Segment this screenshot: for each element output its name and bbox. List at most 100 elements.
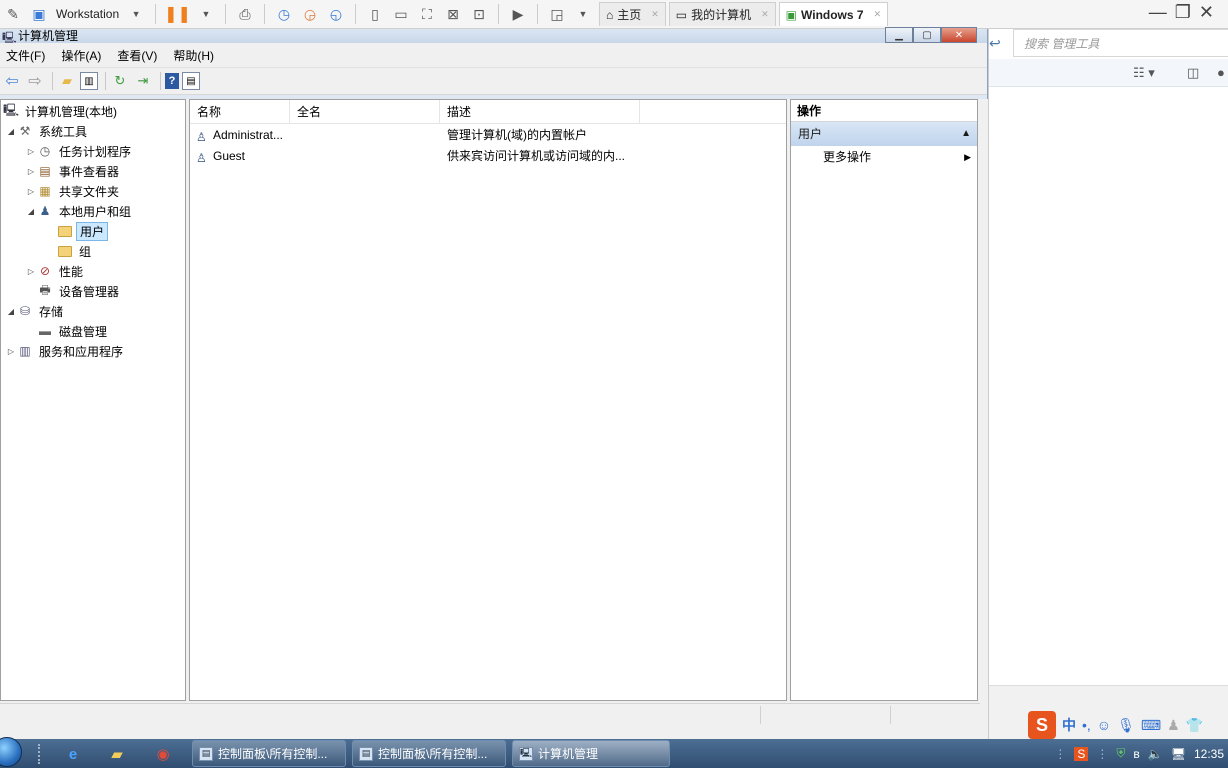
restore-icon[interactable]: ❐ xyxy=(1175,2,1191,23)
expander[interactable]: ◢ xyxy=(5,127,17,136)
menu-file[interactable]: 文件(F) xyxy=(6,47,45,64)
taskbar-task-control-panel-2[interactable]: ▤ 控制面板\所有控制... xyxy=(352,740,506,767)
unity-icon[interactable]: ⊠ xyxy=(442,3,464,25)
pause-icon[interactable]: ❚❚ xyxy=(164,3,191,25)
collapse-icon[interactable]: ▲ xyxy=(961,122,971,146)
tree-item-shared-folders[interactable]: ▷ ▦ 共享文件夹 xyxy=(25,181,122,201)
tab-label: Windows 7 xyxy=(801,7,864,22)
expander[interactable]: ▷ xyxy=(25,147,37,156)
close-button[interactable]: ✕ xyxy=(941,27,977,43)
column-header-description[interactable]: 描述 xyxy=(440,100,640,124)
network-icon[interactable]: 🖥 xyxy=(1171,747,1186,761)
table-row[interactable]: ♙ Administrat... 管理计算机(域)的内置帐户 xyxy=(190,125,786,146)
volume-icon[interactable]: 🔈 xyxy=(1148,747,1163,761)
help-icon[interactable]: ● xyxy=(1217,65,1225,80)
bluetooth-icon[interactable]: ʙ xyxy=(1133,747,1139,761)
forward-arrow-icon[interactable]: ⇨ xyxy=(25,71,45,91)
tree-item-computer-management[interactable]: 🖳 计算机管理(本地) xyxy=(1,101,120,121)
revert-snapshot-icon[interactable]: ◶ xyxy=(299,3,321,25)
microphone-icon[interactable]: 🎙 xyxy=(1117,717,1135,734)
ime-mode[interactable]: 中 xyxy=(1062,715,1076,735)
table-row[interactable]: ♙ Guest 供来宾访问计算机或访问域的内... xyxy=(190,146,786,167)
console-icon[interactable]: ▶ xyxy=(507,3,529,25)
back-icon[interactable]: ↩ xyxy=(989,35,1001,52)
menu-help[interactable]: 帮助(H) xyxy=(173,47,214,64)
tree-item-users[interactable]: 用户 xyxy=(45,221,109,241)
taskbar-task-control-panel-1[interactable]: ▤ 控制面板\所有控制... xyxy=(192,740,346,767)
expander[interactable]: ▷ xyxy=(5,347,17,356)
skin-icon[interactable]: 👕 xyxy=(1186,717,1203,734)
chevron-down-icon[interactable]: ▼ xyxy=(572,3,594,25)
computer-management-window: 🖳 计算机管理 ▁ ▢ ✕ 文件(F) 操作(A) 查看(V) 帮助(H) ⇦ … xyxy=(0,27,988,735)
start-button[interactable] xyxy=(0,737,22,767)
tree-item-services-apps[interactable]: ▷ ▥ 服务和应用程序 xyxy=(5,341,126,361)
tree-item-disk-management[interactable]: ▬ 磁盘管理 xyxy=(25,321,110,341)
clock[interactable]: 12:35 xyxy=(1194,747,1224,761)
actions-section-users[interactable]: 用户 ▲ xyxy=(791,122,977,146)
maximize-button[interactable]: ▢ xyxy=(913,27,941,43)
minimize-button[interactable]: ▁ xyxy=(885,27,913,43)
up-folder-icon[interactable]: ▰ xyxy=(57,71,77,91)
tree-item-local-users-groups[interactable]: ◢ ♟ 本地用户和组 xyxy=(25,201,134,221)
sidebar-view-icon[interactable]: ▯ xyxy=(364,3,386,25)
tree-item-performance[interactable]: ▷ ⊘ 性能 xyxy=(25,261,86,281)
help-icon[interactable]: ? xyxy=(165,73,179,89)
tab-windows7[interactable]: ▣ Windows 7 ✕ xyxy=(778,2,889,26)
sogou-logo[interactable]: S xyxy=(1028,711,1056,739)
expander[interactable]: ◢ xyxy=(25,207,37,216)
column-header-fullname[interactable]: 全名 xyxy=(290,100,440,124)
user-icon[interactable]: ♟ xyxy=(1167,717,1180,734)
tree-item-groups[interactable]: 组 xyxy=(45,241,94,261)
more-actions-link[interactable]: 更多操作 ▶ xyxy=(791,146,977,168)
menu-view[interactable]: 查看(V) xyxy=(117,47,157,64)
chevron-down-icon[interactable]: ▼ xyxy=(125,3,147,25)
send-keys-icon[interactable]: ⎙ xyxy=(234,3,256,25)
tree-item-storage[interactable]: ◢ ⛁ 存储 xyxy=(5,301,66,321)
chrome-icon[interactable]: ◉ xyxy=(146,742,180,766)
expander[interactable]: ▷ xyxy=(25,267,37,276)
snapshot-icon[interactable]: ◷ xyxy=(273,3,295,25)
show-hide-action-pane-icon[interactable]: ▤ xyxy=(182,72,200,90)
expander[interactable]: ▷ xyxy=(25,167,37,176)
expander[interactable]: ◢ xyxy=(5,307,17,316)
product-menu[interactable]: Workstation xyxy=(52,7,123,21)
fullscreen-icon[interactable]: ⛶ xyxy=(416,3,438,25)
explorer-icon[interactable]: ▰ xyxy=(100,742,134,766)
tree-item-device-manager[interactable]: 🖶 设备管理器 xyxy=(25,281,122,301)
tree-item-task-scheduler[interactable]: ▷ ◷ 任务计划程序 xyxy=(25,141,134,161)
preview-pane-icon[interactable]: ◫ xyxy=(1187,65,1199,81)
sogou-tray-icon[interactable]: S xyxy=(1074,746,1089,761)
close-icon[interactable]: ✕ xyxy=(874,9,882,20)
search-input[interactable]: 搜索 管理工具 xyxy=(1013,29,1228,57)
security-icon[interactable]: ⛨ xyxy=(1116,746,1125,761)
export-list-icon[interactable]: ⇥ xyxy=(133,71,153,91)
stretch-icon[interactable]: ⊡ xyxy=(468,3,490,25)
taskbar-task-computer-management[interactable]: 🖳 计算机管理 xyxy=(512,740,670,767)
show-hide-tree-icon[interactable]: ▥ xyxy=(80,72,98,90)
tree-item-event-viewer[interactable]: ▷ ▤ 事件查看器 xyxy=(25,161,122,181)
close-icon[interactable]: ✕ xyxy=(761,9,769,20)
tab-my-computer[interactable]: ▭ 我的计算机 ✕ xyxy=(668,2,776,26)
tree-item-system-tools[interactable]: ◢ ⚒ 系统工具 xyxy=(5,121,90,141)
pin-icon[interactable]: ✎ xyxy=(2,3,24,25)
view-options-icon[interactable]: ◲ xyxy=(546,3,568,25)
expander[interactable]: ▷ xyxy=(25,187,37,196)
menu-action[interactable]: 操作(A) xyxy=(61,47,101,64)
ie-icon[interactable]: e xyxy=(56,742,90,766)
host-explorer-pane: ↩ 搜索 管理工具 ☷ ▾ ◫ ● xyxy=(988,29,1228,739)
keyboard-icon[interactable]: ⌨ xyxy=(1141,717,1161,734)
divider xyxy=(105,72,106,90)
view-menu-icon[interactable]: ☷ ▾ xyxy=(1133,65,1155,81)
close-icon[interactable]: ✕ xyxy=(1199,2,1214,23)
chevron-down-icon[interactable]: ▼ xyxy=(195,3,217,25)
refresh-icon[interactable]: ↻ xyxy=(110,71,130,91)
close-icon[interactable]: ✕ xyxy=(651,9,659,20)
emoji-icon[interactable]: ☺ xyxy=(1097,717,1111,733)
ime-punctuation[interactable]: •, xyxy=(1082,717,1091,733)
thumbnail-view-icon[interactable]: ▭ xyxy=(390,3,412,25)
back-arrow-icon[interactable]: ⇦ xyxy=(2,71,22,91)
minimize-icon[interactable]: — xyxy=(1149,2,1167,23)
snapshot-manager-icon[interactable]: ◵ xyxy=(325,3,347,25)
column-header-name[interactable]: 名称 xyxy=(190,100,290,124)
tab-home[interactable]: ⌂ 主页 ✕ xyxy=(598,2,666,26)
